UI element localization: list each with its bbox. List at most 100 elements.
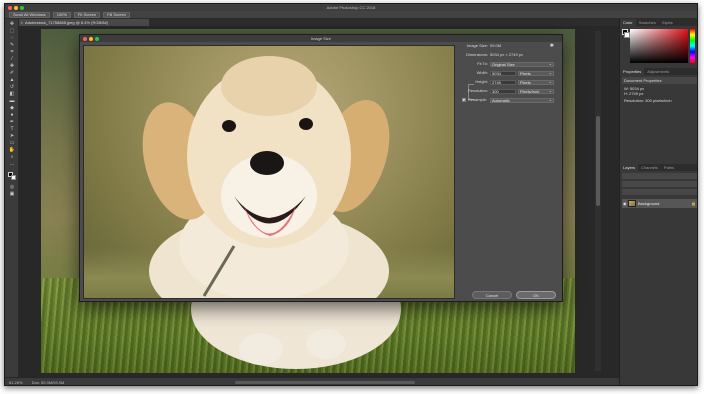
scroll-all-windows-button[interactable]: Scroll All Windows	[9, 11, 50, 18]
status-bar: 61.26% Doc: 59.0M/59.0M	[5, 377, 619, 385]
layer-lock-icon: 🔒	[691, 201, 696, 206]
cancel-button[interactable]: Cancel	[472, 291, 512, 299]
gradient-tool-icon[interactable]: ▬	[8, 99, 16, 104]
tab-channels[interactable]: Channels	[638, 164, 661, 171]
quick-select-tool-icon[interactable]: ✎	[8, 43, 16, 48]
width-label: Width:	[476, 70, 488, 75]
dialog-minimize-button[interactable]	[89, 36, 93, 41]
tab-paths[interactable]: Paths	[661, 164, 677, 171]
rectangle-tool-icon[interactable]: ▭	[8, 141, 16, 146]
tab-properties[interactable]: Properties	[620, 68, 645, 75]
pen-tool-icon[interactable]: ✒	[8, 120, 16, 125]
eraser-tool-icon[interactable]: ◧	[8, 92, 16, 97]
dialog-maximize-button[interactable]	[95, 36, 99, 41]
brush-tool-icon[interactable]: ✐	[8, 71, 16, 76]
resolution-row: Resolution: 300 Pixels/Inch	[462, 88, 560, 94]
zoom-level[interactable]: 61.26%	[9, 380, 23, 385]
settings-gear-icon[interactable]: ✱	[550, 43, 554, 49]
dimensions-value: 5034 px × 2749 px	[490, 52, 524, 57]
dialog-close-button[interactable]	[83, 36, 87, 41]
screen-mode-icon[interactable]: ▣	[8, 192, 16, 197]
puppy-preview-graphic	[142, 56, 390, 298]
app-title: Adobe Photoshop CC 2018	[326, 5, 376, 10]
document-tab[interactable]: × Adobestock_71758865.jpeg @ 8.4% (RGB/8…	[19, 19, 149, 26]
color-picker-field[interactable]	[630, 29, 688, 63]
height-label: Height:	[475, 79, 488, 84]
eyedropper-tool-icon[interactable]: ⁄	[8, 57, 16, 62]
properties-resolution: Resolution: 300 pixels/inch	[624, 98, 672, 103]
blur-tool-icon[interactable]: ◆	[8, 106, 16, 111]
maximize-window-button[interactable]	[20, 5, 24, 10]
tab-layers[interactable]: Layers	[620, 164, 639, 171]
background-color-swatch[interactable]	[11, 175, 16, 180]
layer-lock-row[interactable]	[622, 189, 697, 195]
layer-thumbnail	[628, 200, 636, 207]
layer-row-background[interactable]: ◉ Background 🔒	[622, 199, 697, 208]
resolution-label: Resolution:	[467, 88, 488, 93]
close-window-button[interactable]	[8, 5, 12, 10]
width-input[interactable]: 5034	[490, 70, 516, 76]
hue-slider[interactable]	[690, 29, 695, 63]
resolution-input[interactable]: 300	[490, 88, 516, 94]
dimensions-row: Dimensions: 5034 px × 2749 px	[462, 52, 560, 58]
document-properties-title: Document Properties	[624, 78, 662, 83]
tools-panel: ✥ ⬚ ◌ ✎ ⌗ ⁄ ✚ ✐ ▲ ↺ ◧ ▬ ◆ ● ✒ T ➤ ▭ ✋ ⌕ …	[5, 19, 19, 377]
fit-to-dropdown[interactable]: Original Size	[490, 61, 554, 67]
fit-screen-button[interactable]: Fit Screen	[73, 11, 101, 18]
fill-screen-button[interactable]: Fill Screen	[103, 11, 131, 18]
doc-info[interactable]: Doc: 59.0M/59.0M	[32, 380, 65, 385]
tab-swatches[interactable]: Swatches	[636, 19, 659, 26]
horizontal-scrollbar-thumb[interactable]	[235, 381, 415, 384]
image-size-row: Image Size: 59.0M ✱	[462, 43, 560, 49]
width-row: Width: 5034 Pixels	[462, 70, 560, 76]
dodge-tool-icon[interactable]: ●	[8, 113, 16, 118]
healing-brush-tool-icon[interactable]: ✚	[8, 64, 16, 69]
resample-dropdown[interactable]: Automatic	[490, 97, 554, 103]
height-row: Height: 2749 Pixels	[462, 79, 560, 85]
height-input[interactable]: 2749	[490, 79, 516, 85]
document-properties-header: Document Properties	[622, 77, 697, 84]
lasso-tool-icon[interactable]: ◌	[8, 36, 16, 41]
marquee-tool-icon[interactable]: ⬚	[8, 29, 16, 34]
ok-button[interactable]: OK	[516, 291, 556, 299]
resolution-unit-dropdown[interactable]: Pixels/Inch	[518, 88, 554, 94]
layer-name: Background	[638, 201, 660, 206]
right-panels: Color Swatches Styles Properties Adjustm…	[619, 19, 697, 385]
crop-tool-icon[interactable]: ⌗	[8, 50, 16, 55]
image-size-value: 59.0M	[490, 43, 502, 48]
more-tools-icon[interactable]: …	[8, 162, 16, 167]
window-controls	[8, 5, 24, 10]
tab-styles[interactable]: Styles	[659, 19, 676, 26]
layers-panel-tabs: Layers Channels Paths	[620, 164, 697, 171]
visibility-eye-icon[interactable]: ◉	[623, 199, 627, 208]
image-size-label: Image Size:	[466, 43, 488, 48]
hand-tool-icon[interactable]: ✋	[8, 148, 16, 153]
tab-adjustments[interactable]: Adjustments	[644, 68, 672, 75]
color-panel-tabs: Color Swatches Styles	[620, 19, 697, 26]
resample-checkbox[interactable]: ✓	[462, 98, 466, 103]
layer-filter-row[interactable]	[622, 173, 697, 179]
dimensions-label: Dimensions:	[465, 52, 488, 57]
image-preview[interactable]	[83, 45, 455, 299]
layer-blend-mode-row[interactable]	[622, 181, 697, 187]
quick-mask-icon[interactable]: ◎	[8, 185, 16, 190]
dialog-window-controls	[83, 36, 99, 41]
zoom-100-button[interactable]: 100%	[52, 11, 71, 18]
zoom-tool-icon[interactable]: ⌕	[8, 155, 16, 160]
close-document-icon[interactable]: ×	[21, 19, 23, 26]
options-bar: Scroll All Windows 100% Fit Screen Fill …	[5, 11, 697, 19]
fit-to-row: Fit To: Original Size	[462, 61, 560, 67]
clone-stamp-tool-icon[interactable]: ▲	[8, 78, 16, 83]
tab-color[interactable]: Color	[620, 19, 636, 26]
move-tool-icon[interactable]: ✥	[8, 22, 16, 27]
history-brush-tool-icon[interactable]: ↺	[8, 85, 16, 90]
minimize-window-button[interactable]	[14, 5, 18, 10]
dialog-title: Image Size	[310, 36, 331, 41]
path-selection-tool-icon[interactable]: ➤	[8, 134, 16, 139]
vertical-scrollbar-thumb[interactable]	[596, 116, 600, 206]
height-unit-dropdown[interactable]: Pixels	[518, 79, 554, 85]
width-unit-dropdown[interactable]: Pixels	[518, 70, 554, 76]
vertical-scrollbar[interactable]	[595, 31, 601, 371]
title-bar: Adobe Photoshop CC 2018	[5, 4, 697, 11]
type-tool-icon[interactable]: T	[8, 127, 16, 132]
